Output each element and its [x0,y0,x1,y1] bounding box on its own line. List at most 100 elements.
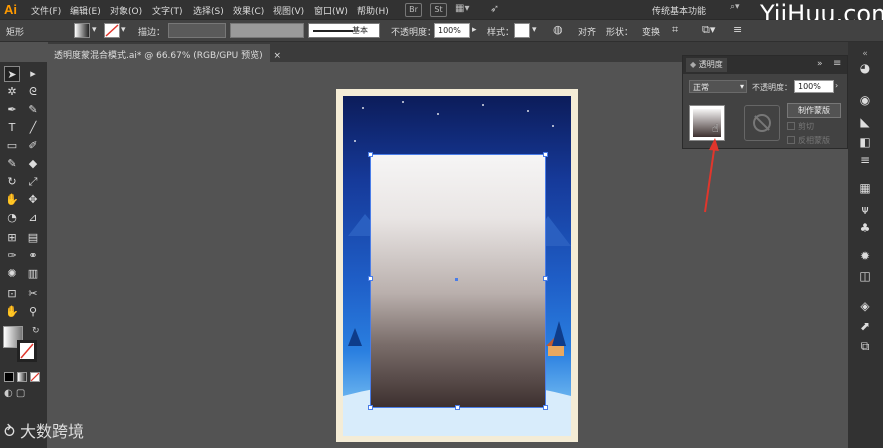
arrange-documents-icon[interactable]: ▦▾ [455,3,483,17]
selection-handle-tr[interactable] [543,152,548,157]
warp-tool-icon[interactable]: ✋ [4,192,20,208]
transform-link[interactable]: 变换 [642,25,660,38]
brushes-icon[interactable]: ᴪ [856,202,874,218]
magic-wand-tool-icon[interactable]: ✲ [4,84,20,100]
selection-handle-bl[interactable] [368,405,373,410]
line-tool-icon[interactable]: ╱ [25,120,41,136]
free-transform-tool-icon[interactable]: ✥ [25,192,41,208]
type-tool-icon[interactable]: T [4,120,20,136]
transparency-icon[interactable]: ◧ [856,134,874,150]
shaper-tool-icon[interactable]: ✎ [4,156,20,172]
menu-view[interactable]: 视图(V) [273,4,304,17]
menu-file[interactable]: 文件(F) [31,4,61,17]
perspective-tool-icon[interactable]: ⊿ [25,210,41,226]
artboards-icon[interactable]: ⧉ [856,338,874,354]
gradient-icon[interactable]: ◣ [856,114,874,130]
stroke-label[interactable]: 描边： [138,25,165,38]
hand-tool-icon[interactable]: ✋ [4,304,20,320]
links-icon[interactable]: ⬈ [856,318,874,334]
color-guide-icon[interactable]: ◉ [856,92,874,108]
none-mode-icon[interactable] [30,372,40,382]
pen-tool-icon[interactable]: ✒ [4,102,20,118]
symbols-icon[interactable]: ♣ [856,220,874,236]
stroke-swatch[interactable] [104,23,120,38]
selection-handle-bm[interactable] [455,405,460,410]
arrange-icon[interactable]: ⧉▾ [702,23,715,37]
fill-swatch[interactable] [74,23,90,38]
align-link[interactable]: 对齐 [578,25,596,38]
color-icon[interactable]: ◕ [856,60,874,76]
menu-select[interactable]: 选择(S) [193,4,224,17]
shape-builder-tool-icon[interactable]: ◔ [4,210,20,226]
swatches-icon[interactable]: ▦ [856,180,874,196]
clip-checkbox[interactable] [787,122,795,130]
opacity-label[interactable]: 不透明度： [391,25,436,38]
symbol-sprayer-tool-icon[interactable]: ✺ [4,266,20,282]
rectangle-tool-icon[interactable]: ▭ [4,138,20,154]
appearance-icon[interactable]: ✹ [856,248,874,264]
search-icon[interactable]: ⌕▾ [730,2,760,17]
menu-edit[interactable]: 编辑(E) [70,4,101,17]
panel-menu-icon[interactable]: ≡ [733,23,742,36]
zoom-tool-icon[interactable]: ⚲ [25,304,41,320]
make-mask-button[interactable]: 制作蒙版 [787,103,841,118]
mesh-tool-icon[interactable]: ⊞ [4,230,20,246]
panel-tab-transparency[interactable]: ◆ 透明度 [686,58,727,72]
selection-handle-mr[interactable] [543,276,548,281]
gpu-performance-icon[interactable]: ➶ [490,2,504,16]
close-tab-icon[interactable]: × [273,51,281,61]
menu-object[interactable]: 对象(O) [110,4,142,17]
rotate-tool-icon[interactable]: ↻ [4,174,20,190]
shape-link[interactable]: 形状： [606,25,633,38]
column-graph-tool-icon[interactable]: ▥ [25,266,41,282]
mask-thumbnail[interactable] [744,105,780,141]
opacity-dropdown-icon[interactable]: ▸ [472,25,477,35]
drawing-modes-icon[interactable]: ◐ ▢ [4,388,25,399]
menu-effect[interactable]: 效果(C) [233,4,264,17]
menu-window[interactable]: 窗口(W) [314,4,348,17]
bridge-button[interactable]: Br [405,3,422,17]
color-mode-icon[interactable] [4,372,14,382]
menu-help[interactable]: 帮助(H) [357,4,389,17]
style-label[interactable]: 样式： [487,25,514,38]
stroke-icon[interactable]: ≡ [856,152,874,168]
eraser-tool-icon[interactable]: ◆ [25,156,41,172]
stroke-weight-field[interactable] [168,23,226,38]
stroke-color-swatch[interactable] [17,340,37,362]
opacity-input[interactable]: 100% [794,80,834,93]
swap-colors-icon[interactable]: ↻ [32,326,40,336]
curvature-tool-icon[interactable]: ✎ [25,102,41,118]
paintbrush-tool-icon[interactable]: ✐ [25,138,41,154]
direct-selection-tool-icon[interactable]: ▸ [25,66,41,82]
style-dropdown-icon[interactable]: ▾ [532,25,537,35]
document-tab[interactable]: 透明度蒙混合模式.ai* @ 66.67% (RGB/GPU 预览) × [48,44,281,62]
selection-handle-br[interactable] [543,405,548,410]
fill-dropdown-icon[interactable]: ▾ [92,25,97,35]
variable-width-profile[interactable] [230,23,304,38]
brush-definition[interactable]: 基本 [308,23,380,38]
gradient-mode-icon[interactable] [17,372,27,382]
graphic-style-swatch[interactable] [514,23,530,38]
opacity-field[interactable]: 100% [434,23,470,38]
gradient-rectangle[interactable] [370,154,546,408]
graphic-styles-icon[interactable]: ◫ [856,268,874,284]
workspace-switcher[interactable]: 传统基本功能 [652,4,706,17]
opacity-label[interactable]: 不透明度： [752,82,792,93]
menu-type[interactable]: 文字(T) [152,4,183,17]
selection-handle-tl[interactable] [368,152,373,157]
lasso-tool-icon[interactable]: ᘓ [25,84,41,100]
layers-icon[interactable]: ◈ [856,298,874,314]
selection-tool-icon[interactable]: ➤ [4,66,20,82]
selection-handle-ml[interactable] [368,276,373,281]
collapse-panel-icon[interactable]: » [817,59,823,69]
gradient-tool-icon[interactable]: ▤ [25,230,41,246]
eyedropper-tool-icon[interactable]: ✑ [4,248,20,264]
stock-button[interactable]: St [430,3,447,17]
slice-tool-icon[interactable]: ✂ [25,286,41,302]
recolor-artwork-icon[interactable]: ◍ [553,23,563,36]
blend-tool-icon[interactable]: ⚭ [25,248,41,264]
blend-mode-select[interactable]: 正常 ▾ [689,80,747,93]
invert-mask-checkbox[interactable] [787,136,795,144]
scale-tool-icon[interactable]: ⤢ [25,174,41,190]
object-thumbnail[interactable]: ☝ [689,105,725,141]
